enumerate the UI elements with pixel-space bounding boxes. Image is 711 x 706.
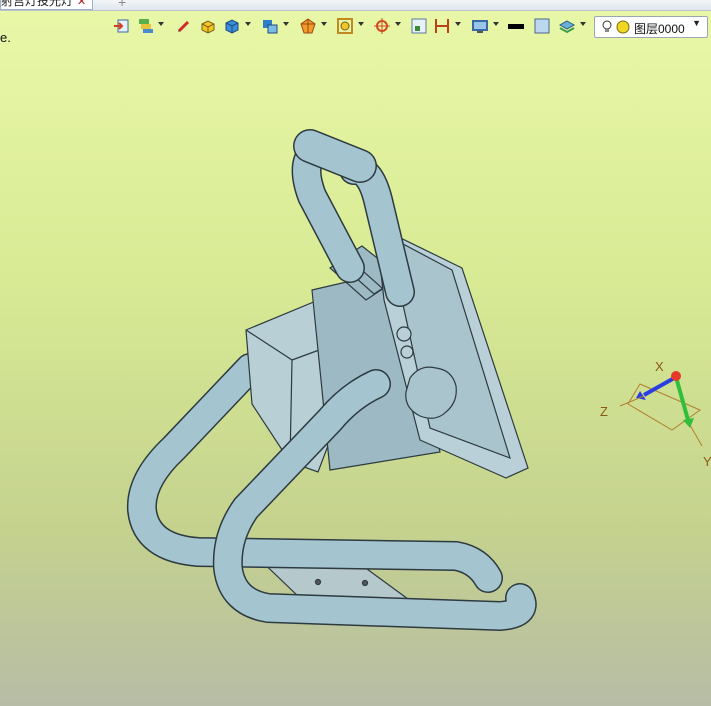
axis-label-y: Y [703,454,711,469]
axis-label-z: Z [600,404,608,419]
axis-triad [619,371,703,447]
axis-label-x: X [655,359,664,374]
3d-viewport[interactable]: X Z Y [0,0,711,706]
x-axis-arrow [671,371,681,381]
y-axis-arrow [674,376,690,421]
floodlight-model[interactable] [126,129,537,632]
